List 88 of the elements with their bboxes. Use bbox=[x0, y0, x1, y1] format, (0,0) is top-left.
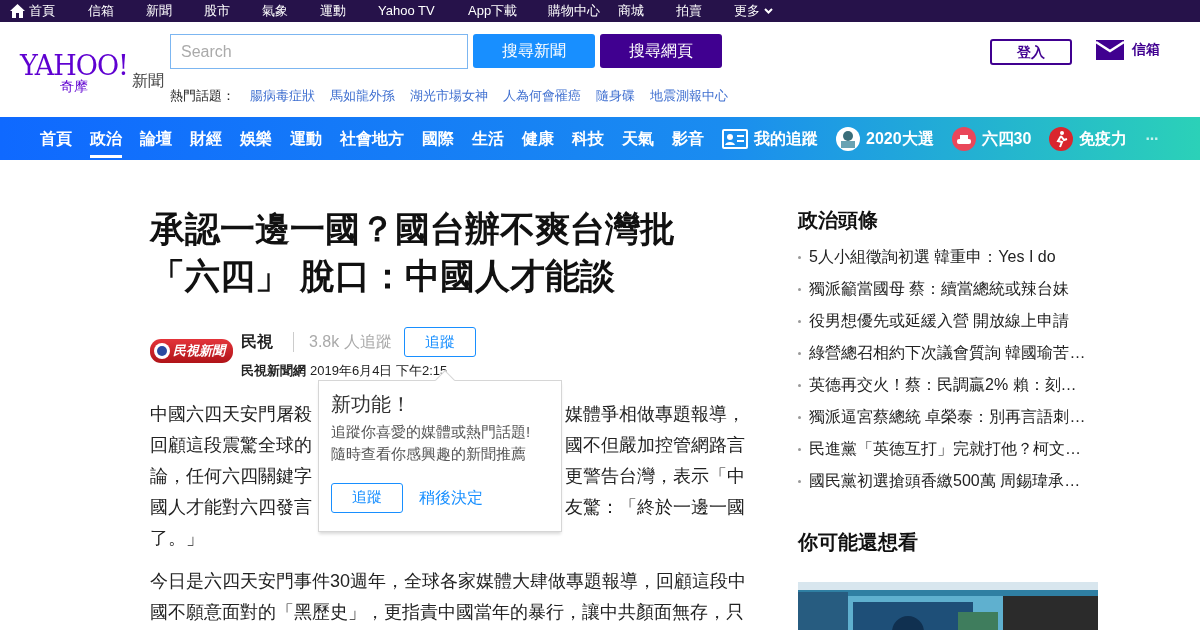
bullet-icon bbox=[798, 479, 801, 483]
source-logo: 民視新聞 bbox=[150, 339, 233, 363]
hot-topic-link[interactable]: 隨身碟 bbox=[596, 86, 635, 106]
headline-link[interactable]: 役男想優先或延緩入營 開放線上申請 bbox=[809, 305, 1070, 337]
hot-topic-link[interactable]: 湖光市場女神 bbox=[410, 86, 488, 106]
top-bar-link[interactable]: 購物中心 bbox=[548, 1, 618, 21]
top-bar-link[interactable]: 更多 bbox=[734, 1, 792, 21]
hot-topic-link[interactable]: 地震測報中心 bbox=[650, 86, 728, 106]
bullet-icon bbox=[798, 415, 801, 419]
mail-link[interactable]: 信箱 bbox=[1096, 39, 1160, 60]
logo-text: YAHOO! bbox=[20, 52, 128, 79]
paragraph-text: 國人才能對六四發言 bbox=[150, 495, 312, 519]
runner-icon bbox=[1049, 126, 1074, 151]
login-button[interactable]: 登入 bbox=[990, 39, 1072, 65]
later-link[interactable]: 稍後決定 bbox=[419, 485, 483, 510]
headline-link[interactable]: 綠營總召相約下次議會質詢 韓國瑜苦… bbox=[809, 337, 1086, 369]
ballot-box-icon bbox=[836, 126, 860, 151]
bullet-icon bbox=[798, 447, 801, 451]
paragraph-text: 論，任何六四關鍵字 bbox=[150, 464, 312, 488]
paragraph-text: 今日是六四天安門事件30週年，全球各家媒體大肆做專題報導，回顧這段中 國不願意面對的「黑歷史」，更指責中國當年的暴行，讓中共顏面無存，只 bbox=[150, 569, 745, 624]
top-bar-link[interactable]: 氣象 bbox=[262, 1, 320, 21]
logo-subtext: 奇摩 bbox=[58, 79, 89, 93]
profile-card-icon bbox=[722, 128, 748, 149]
follow-button[interactable]: 追蹤 bbox=[331, 482, 403, 513]
headline-link[interactable]: 獨派逼宮蔡總統 卓榮泰：別再言語刺… bbox=[809, 401, 1086, 433]
headline-link[interactable]: 5人小組徵詢初選 韓重申：Yes I do bbox=[809, 241, 1056, 273]
paragraph-text: 友驚：「終於一邊一國 bbox=[565, 495, 745, 519]
nav-tab[interactable]: 政治 bbox=[90, 117, 122, 160]
paragraph-text: 國不但嚴加控管網路言 bbox=[565, 433, 745, 457]
nav-tab[interactable]: 2020大選 bbox=[836, 117, 934, 160]
nav-tab[interactable]: 天氣 bbox=[622, 117, 654, 160]
top-bar-link[interactable]: 運動 bbox=[320, 1, 378, 21]
hot-topics-label: 熱門話題： bbox=[170, 87, 235, 105]
section-label: 新聞 bbox=[131, 71, 164, 91]
article-title: 承認一邊一國？國台辦不爽台灣批 「六四」 脫口：中國人才能談 bbox=[150, 208, 676, 297]
top-bar-link[interactable]: App下載 bbox=[468, 1, 548, 21]
paragraph-text: 回顧這段震驚全球的 bbox=[150, 433, 312, 457]
nav-tab[interactable]: 首頁 bbox=[40, 117, 72, 160]
nav-tab[interactable]: 娛樂 bbox=[240, 117, 272, 160]
nav-tab[interactable]: 財經 bbox=[190, 117, 222, 160]
top-bar-link[interactable]: 信箱 bbox=[88, 1, 146, 21]
publisher-name: 民視新聞網 bbox=[241, 362, 306, 380]
top-bar-link[interactable]: 股市 bbox=[204, 1, 262, 21]
headline-link[interactable]: 英德再交火！蔡：民調贏2% 賴：刻… bbox=[809, 369, 1077, 401]
nav-tab[interactable]: 論壇 bbox=[140, 117, 172, 160]
top-bar-link[interactable]: Yahoo TV bbox=[378, 1, 468, 21]
section-heading: 你可能還想看 bbox=[798, 530, 919, 555]
popover-title: 新功能！ bbox=[331, 391, 412, 417]
top-bar-link[interactable]: 新聞 bbox=[146, 1, 204, 21]
hot-topic-link[interactable]: 人為何會罹癌 bbox=[503, 86, 581, 106]
nav-tab[interactable]: 社會地方 bbox=[340, 117, 404, 160]
paragraph-text: 媒體爭相做專題報導， bbox=[565, 402, 745, 426]
search-button[interactable]: 搜尋新聞 bbox=[473, 34, 595, 68]
source-logo-icon bbox=[154, 342, 170, 359]
bullet-icon bbox=[798, 319, 801, 323]
nav-tab[interactable]: 運動 bbox=[290, 117, 322, 160]
headline-link[interactable]: 獨派籲當國母 蔡：續當總統或辣台妹 bbox=[809, 273, 1070, 305]
follower-count: 3.8k 人追蹤 bbox=[309, 332, 392, 352]
paragraph-text: 更警告台灣，表示「中 bbox=[565, 464, 745, 488]
home-icon bbox=[10, 4, 25, 18]
bullet-icon bbox=[798, 351, 801, 355]
mail-icon bbox=[1096, 39, 1124, 60]
tank-icon bbox=[951, 126, 976, 151]
headline-link[interactable]: 國民黨初選搶頭香繳500萬 周錫瑋承… bbox=[809, 465, 1081, 497]
search-field[interactable]: Search bbox=[170, 34, 468, 69]
bullet-icon bbox=[798, 255, 801, 259]
search-button[interactable]: 搜尋網頁 bbox=[600, 34, 722, 68]
top-bar-link[interactable]: 首頁 bbox=[10, 1, 88, 21]
nav-tab[interactable]: 科技 bbox=[572, 117, 604, 160]
paragraph-text: 中國六四天安門屠殺 bbox=[150, 402, 312, 426]
follow-button[interactable]: 追蹤 bbox=[403, 327, 476, 357]
nav-tab[interactable]: 健康 bbox=[522, 117, 554, 160]
nav-tab[interactable]: 我的追蹤 bbox=[722, 117, 818, 160]
bullet-icon bbox=[798, 383, 801, 387]
nav-tab[interactable]: 影音 bbox=[672, 117, 704, 160]
popover-text: 追蹤你喜愛的媒體或熱門話題! 隨時查看你感興趣的新聞推薦 bbox=[331, 421, 532, 464]
bullet-icon bbox=[798, 287, 801, 291]
top-bar-link[interactable]: 商城 bbox=[618, 1, 676, 21]
chevron-down-icon bbox=[764, 8, 773, 14]
headline-link[interactable]: 民進黨「英德互打」完就打他？柯文… bbox=[809, 433, 1081, 465]
paragraph-text: 了。」 bbox=[150, 526, 204, 550]
top-bar-link[interactable]: 拍賣 bbox=[676, 1, 734, 21]
source-name: 民視 bbox=[241, 332, 273, 352]
nav-tab[interactable]: 國際 bbox=[422, 117, 454, 160]
hot-topic-link[interactable]: 馬如龍外孫 bbox=[330, 86, 395, 106]
section-heading: 政治頭條 bbox=[798, 208, 879, 233]
nav-tab[interactable]: 生活 bbox=[472, 117, 504, 160]
hot-topic-link[interactable]: 腸病毒症狀 bbox=[250, 86, 315, 106]
